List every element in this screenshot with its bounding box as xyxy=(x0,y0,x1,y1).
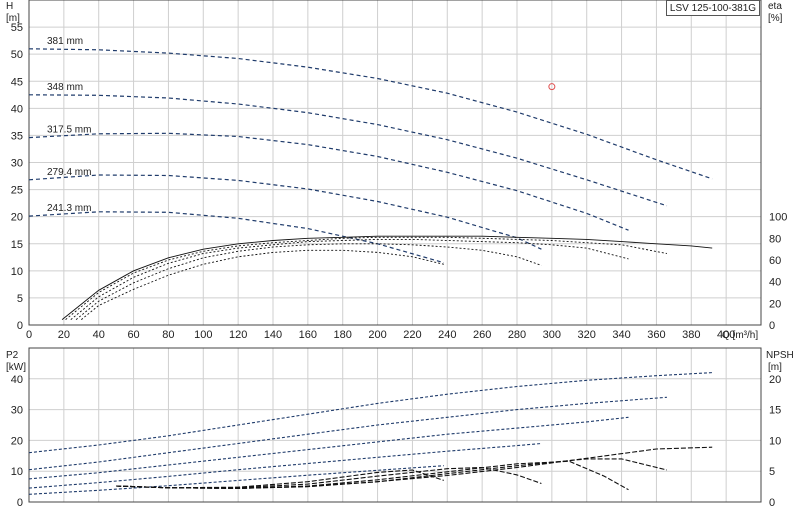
p2-tick-label: 10 xyxy=(11,466,23,478)
x-tick-label: 140 xyxy=(264,329,282,341)
x-tick-label: 0 xyxy=(26,329,32,341)
eta-tick-label: 100 xyxy=(769,212,787,224)
head-curve-label: 317.5 mm xyxy=(47,125,91,136)
y-tick-label: 10 xyxy=(11,266,23,278)
eta-tick-label: 0 xyxy=(769,320,775,332)
h-axis-label: H xyxy=(6,1,13,12)
x-tick-label: 80 xyxy=(162,329,174,341)
head-curve-label: 381 mm xyxy=(47,36,83,47)
h-axis-unit: [m] xyxy=(6,13,20,24)
eta-tick-label: 80 xyxy=(769,233,781,245)
y-tick-label: 35 xyxy=(11,130,23,142)
chart-title: LSV 125-100-381G xyxy=(666,0,760,16)
head-curve-label: 279.4 mm xyxy=(47,167,91,178)
head-panel xyxy=(28,0,762,326)
y-tick-label: 25 xyxy=(11,185,23,197)
pump-performance-chart: 0 20 40 60 80 100 120 140 160 180 200 220 240 260 280 3… xyxy=(0,0,800,520)
head-curve-label: 348 mm xyxy=(47,82,83,93)
y-tick-label: 0 xyxy=(17,320,23,332)
npsh-axis-label: NPSH xyxy=(766,350,794,361)
p2-tick-label: 20 xyxy=(11,435,23,447)
npsh-tick-label: 10 xyxy=(769,435,781,447)
npsh-tick-label: 15 xyxy=(769,405,781,417)
x-tick-label: 200 xyxy=(368,329,386,341)
x-tick-label: 380 xyxy=(682,329,700,341)
eta-tick-label: 20 xyxy=(769,298,781,310)
p2-tick-label: 0 xyxy=(17,497,23,509)
x-tick-label: 360 xyxy=(647,329,665,341)
p2-axis-unit: [kW] xyxy=(6,362,26,373)
x-tick-label: 160 xyxy=(299,329,317,341)
x-tick-label: 60 xyxy=(127,329,139,341)
x-tick-label: 260 xyxy=(473,329,491,341)
y-tick-label: 30 xyxy=(11,158,23,170)
x-tick-label: 280 xyxy=(508,329,526,341)
chart-svg: 0 20 40 60 80 100 120 140 160 180 200 220 240 260 280 3… xyxy=(6,0,794,509)
y-tick-label: 20 xyxy=(11,212,23,224)
npsh-tick-label: 5 xyxy=(769,466,775,478)
x-tick-label: 20 xyxy=(58,329,70,341)
y-tick-label: 5 xyxy=(17,293,23,305)
npsh-tick-label: 0 xyxy=(769,497,775,509)
x-tick-label: 240 xyxy=(438,329,456,341)
y-tick-label: 15 xyxy=(11,239,23,251)
x-tick-label: 180 xyxy=(334,329,352,341)
p2-tick-label: 30 xyxy=(11,405,23,417)
y-tick-label: 50 xyxy=(11,49,23,61)
x-tick-label: 220 xyxy=(403,329,421,341)
q-axis-label: Q [m³/h] xyxy=(722,330,758,341)
x-tick-label: 340 xyxy=(612,329,630,341)
eta-axis-label: eta xyxy=(768,1,782,12)
p2-axis-label: P2 xyxy=(6,350,19,361)
npsh-tick-label: 20 xyxy=(769,374,781,386)
x-tick-label: 120 xyxy=(229,329,247,341)
npsh-axis-unit: [m] xyxy=(768,362,782,373)
head-curve-label: 241.3 mm xyxy=(47,203,91,214)
p2-tick-label: 40 xyxy=(11,374,23,386)
y-tick-label: 45 xyxy=(11,76,23,88)
eta-axis-unit: [%] xyxy=(768,13,783,24)
eta-tick-label: 60 xyxy=(769,255,781,267)
y-tick-label: 40 xyxy=(11,103,23,115)
x-tick-label: 320 xyxy=(578,329,596,341)
eta-tick-label: 40 xyxy=(769,277,781,289)
x-tick-label: 100 xyxy=(194,329,212,341)
x-tick-label: 300 xyxy=(543,329,561,341)
x-tick-label: 40 xyxy=(93,329,105,341)
